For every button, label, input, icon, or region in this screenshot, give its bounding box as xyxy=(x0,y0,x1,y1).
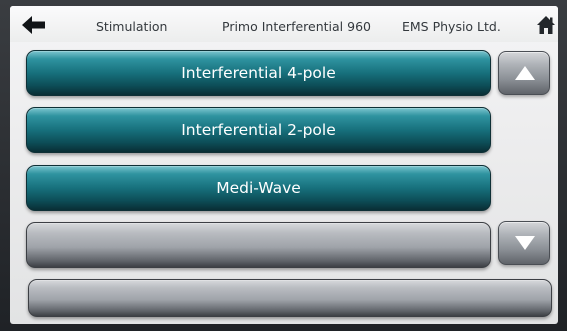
home-button[interactable] xyxy=(536,15,556,35)
menu-item-label: Medi-Wave xyxy=(216,179,301,197)
header-bar: Stimulation Primo Interferential 960 EMS… xyxy=(10,6,558,42)
menu-item-label: Interferential 2-pole xyxy=(181,121,336,139)
home-icon xyxy=(537,16,555,34)
menu-item-empty[interactable] xyxy=(26,222,491,268)
scroll-up-button[interactable] xyxy=(498,51,550,95)
manufacturer-name: EMS Physio Ltd. xyxy=(402,19,501,34)
menu-item-empty[interactable] xyxy=(28,279,552,317)
breadcrumb[interactable]: Stimulation xyxy=(96,19,167,34)
menu-item-medi-wave[interactable]: Medi-Wave xyxy=(26,165,491,211)
scroll-down-button[interactable] xyxy=(498,221,550,265)
touch-screen: Stimulation Primo Interferential 960 EMS… xyxy=(10,6,558,324)
back-arrow-icon xyxy=(22,16,45,34)
menu-item-interferential-4-pole[interactable]: Interferential 4-pole xyxy=(26,50,491,96)
back-button[interactable] xyxy=(22,16,46,34)
triangle-down-icon xyxy=(515,236,535,250)
device-name: Primo Interferential 960 xyxy=(222,19,371,34)
menu-item-interferential-2-pole[interactable]: Interferential 2-pole xyxy=(26,107,491,153)
triangle-up-icon xyxy=(515,66,535,80)
menu-item-label: Interferential 4-pole xyxy=(181,64,336,82)
